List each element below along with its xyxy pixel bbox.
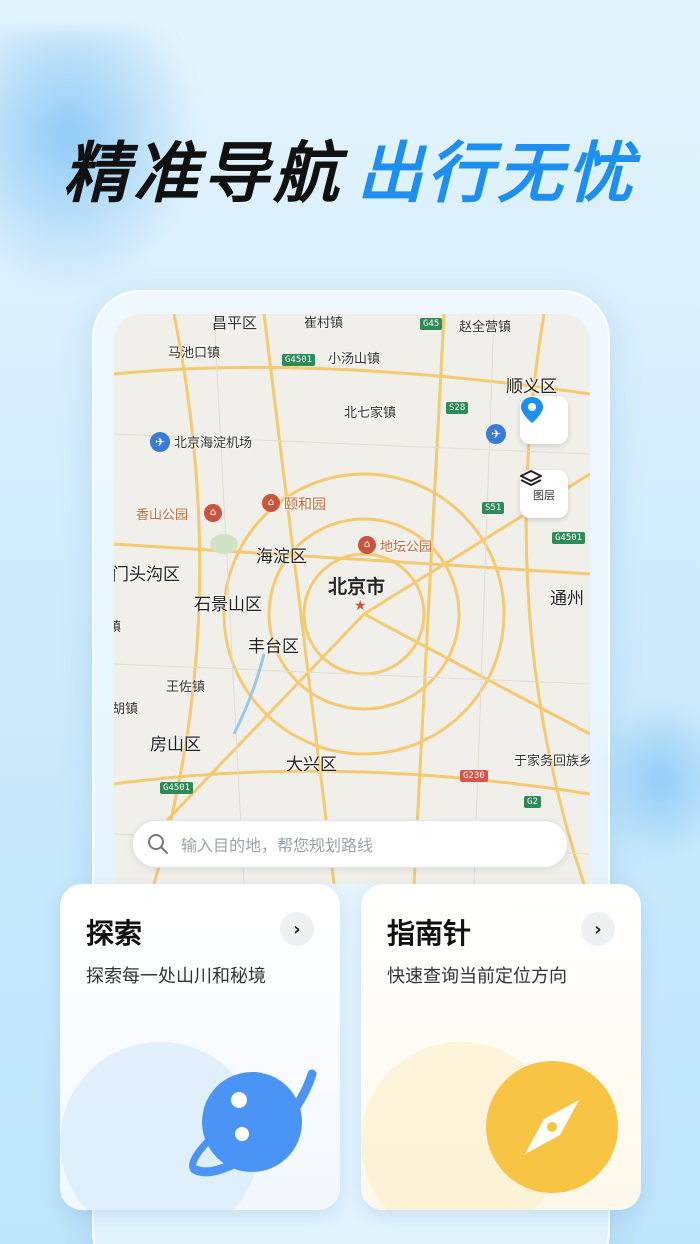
map-label-yujiawu: 于家务回族乡: [514, 754, 590, 769]
explore-card-title: 探索: [86, 917, 143, 950]
search-placeholder: 输入目的地，帮您规划路线: [181, 836, 374, 855]
map-label-wangzuo: 王佐镇: [166, 680, 206, 695]
headline-part-2: 出行无忧: [357, 135, 637, 212]
planet-icon: [189, 1069, 317, 1177]
road-shield-g4501: G4501: [282, 354, 316, 366]
road-shield-g4501-east: G4501: [552, 532, 586, 544]
map-label-zhaoquanying: 赵全营镇: [459, 320, 512, 335]
capital-star-icon: ★: [354, 598, 367, 614]
location-pin-icon: [521, 397, 543, 423]
road-shield-s51: S51: [482, 502, 505, 514]
road-shield-s28: S28: [446, 402, 469, 414]
road-shield-g230: G230: [460, 770, 488, 782]
chevron-right-icon[interactable]: ›: [581, 912, 615, 946]
map-label-tongzhou: 通州: [550, 589, 584, 609]
compass-card-description: 快速查询当前定位方向: [387, 966, 567, 987]
compass-card-title: 指南针: [387, 917, 472, 950]
map-label-beiqijia: 北七家镇: [344, 406, 397, 421]
airport-icon: ✈: [150, 432, 170, 452]
map-label-xiaotangshan: 小汤山镇: [328, 352, 381, 367]
road-shield-g2: G2: [524, 796, 541, 808]
compass-icon: [486, 1061, 618, 1193]
explore-card-description: 探索每一处山川和秘境: [86, 966, 266, 987]
map-label-changping: 昌平区: [212, 314, 258, 332]
map-label-hu-zhen: 镇: [114, 620, 122, 635]
destination-search-bar[interactable]: 输入目的地，帮您规划路线: [132, 820, 568, 868]
map-label-xiangshan: 香山公园: [136, 508, 189, 523]
map-label-fangshan: 房山区: [150, 735, 201, 755]
map-label-daxing: 大兴区: [286, 755, 337, 775]
map-roads: [114, 314, 590, 884]
map-view[interactable]: 昌平区 崔村镇 赵全营镇 马池口镇 小汤山镇 顺义区 北七家镇 ✈ 北京海淀机场…: [114, 314, 590, 884]
layers-icon: [520, 470, 542, 486]
map-label-machikou: 马池口镇: [168, 346, 221, 361]
map-label-mentougou: 门头沟区: [114, 565, 180, 585]
locate-button[interactable]: [520, 396, 568, 444]
explore-card[interactable]: 探索 › 探索每一处山川和秘境: [60, 884, 340, 1210]
map-label-hu-zhen-2: 胡镇: [114, 702, 139, 717]
map-label-beijing: 北京市: [328, 576, 386, 598]
map-label-yiheyuan: 颐和园: [284, 497, 326, 513]
map-label-ditan: 地坛公园: [380, 540, 433, 555]
promo-headline: 精准导航 出行无忧: [0, 120, 700, 216]
map-label-fengtai: 丰台区: [248, 637, 299, 657]
road-shield-g4501-south: G4501: [160, 782, 194, 794]
map-label-shijingshan: 石景山区: [194, 595, 262, 615]
airport-icon-capital: ✈: [486, 424, 506, 444]
compass-card[interactable]: 指南针 › 快速查询当前定位方向: [361, 884, 641, 1210]
headline-part-1: 精准导航: [63, 135, 343, 212]
map-label-shunyi: 顺义区: [506, 377, 557, 397]
map-label-cuicun: 崔村镇: [304, 316, 344, 331]
chevron-right-icon[interactable]: ›: [280, 912, 314, 946]
map-label-haidian: 海淀区: [256, 547, 307, 567]
poi-park-icon: ⌂: [262, 494, 280, 512]
layers-button[interactable]: 图层: [520, 470, 568, 518]
poi-park-icon: ⌂: [204, 504, 222, 522]
map-label-haidian-airport: 北京海淀机场: [174, 436, 253, 451]
road-shield-g45: G45: [420, 318, 443, 330]
search-icon: [148, 834, 168, 854]
poi-park-icon: ⌂: [358, 536, 376, 554]
